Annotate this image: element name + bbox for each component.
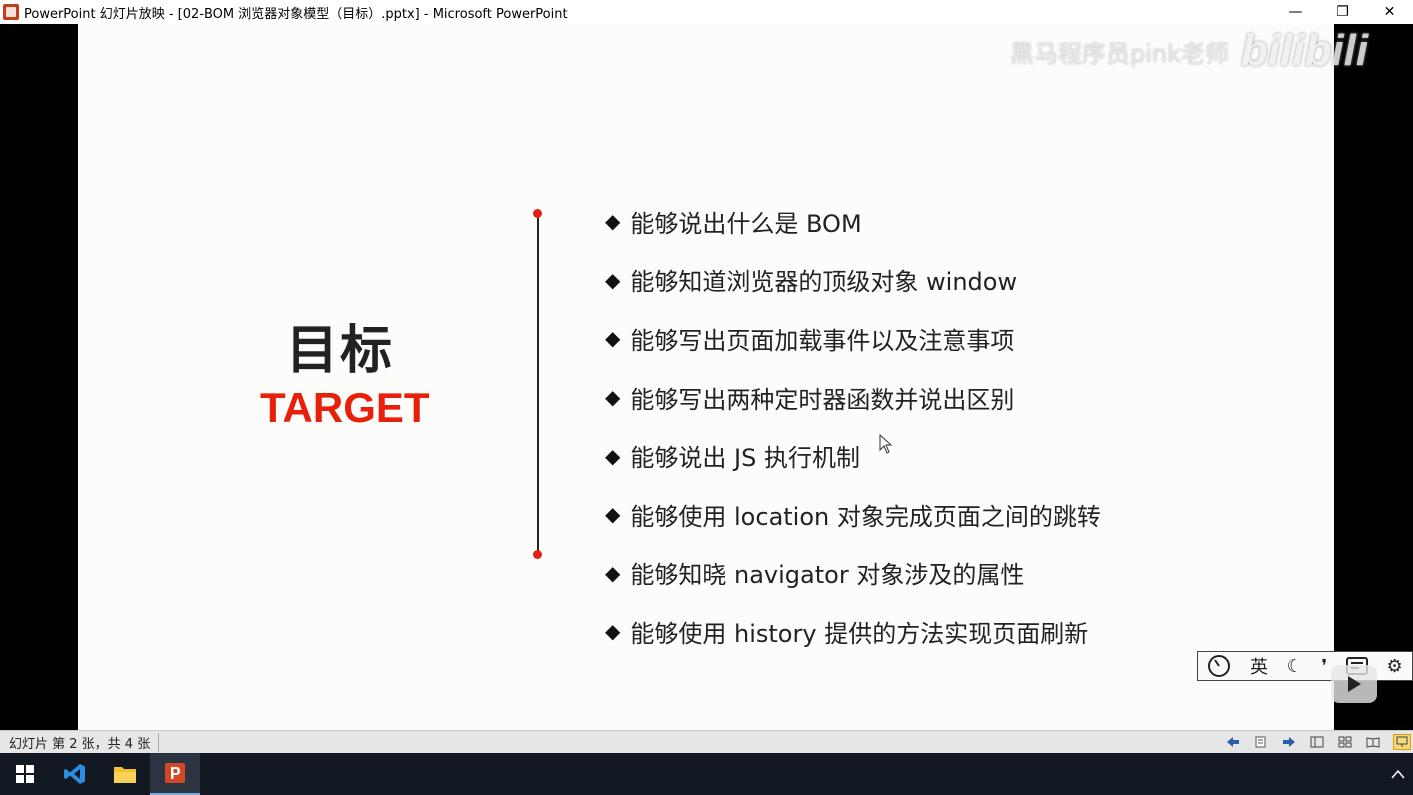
list-item-text: 能够知晓 navigator 对象涉及的属性 [630, 561, 1025, 590]
status-bar: 幻灯片 第 2 张，共 4 张 [0, 730, 1413, 753]
taskbar [0, 753, 1413, 795]
play-icon [1348, 676, 1361, 692]
powerpoint-taskbar-button[interactable] [150, 753, 200, 795]
slide-right-margin [1334, 24, 1413, 730]
close-button[interactable]: ✕ [1366, 0, 1413, 24]
file-explorer-taskbar-button[interactable] [100, 753, 150, 795]
slide[interactable]: 目标 TARGET ◆ 能够说出什么是 BOM ◆ 能够知道浏览器的顶级对象 win… [78, 24, 1334, 730]
list-item: ◆ 能够使用 location 对象完成页面之间的跳转 [605, 485, 1101, 544]
slide-left-margin [0, 24, 78, 730]
vscode-icon [64, 764, 85, 784]
windows-logo-icon [16, 765, 34, 783]
reading-view-icon[interactable] [1365, 735, 1381, 749]
list-item: ◆ 能够说出 JS 执行机制 [605, 426, 1101, 485]
minimize-button[interactable]: — [1272, 0, 1319, 24]
subtitle-language-button[interactable]: 英 [1250, 653, 1268, 679]
slide-heading-en: TARGET [260, 384, 430, 431]
start-button[interactable] [0, 753, 50, 795]
timeline-dot-bottom [533, 550, 542, 559]
diamond-bullet-icon: ◆ [605, 560, 621, 585]
moon-icon[interactable]: ☾ [1287, 656, 1303, 677]
watermark: 黑马程序员pink老师 bilibili [1010, 26, 1368, 76]
mouse-cursor-icon [879, 434, 893, 454]
restore-button[interactable]: ❐ [1319, 0, 1366, 24]
list-item: ◆ 能够说出什么是 BOM [605, 192, 1101, 251]
speedometer-icon[interactable] [1207, 654, 1231, 678]
list-item: ◆ 能够写出页面加载事件以及注意事项 [605, 309, 1101, 368]
title-bar: PowerPoint 幻灯片放映 - [02-BOM 浏览器对象模型（目标）.p… [0, 0, 1413, 24]
diamond-bullet-icon: ◆ [605, 385, 621, 410]
timeline-divider [537, 214, 539, 555]
slide-heading-zh: 目标 [286, 321, 395, 381]
watermark-text: 黑马程序员pink老师 [1010, 39, 1230, 68]
previous-slide-icon[interactable] [1225, 735, 1241, 749]
timeline-dot-top [533, 209, 542, 218]
normal-view-icon[interactable] [1309, 735, 1325, 749]
list-item-text: 能够写出页面加载事件以及注意事项 [630, 326, 1015, 355]
powerpoint-icon[interactable] [3, 4, 19, 20]
diamond-bullet-icon: ◆ [605, 267, 621, 292]
list-item-text: 能够知道浏览器的顶级对象 window [630, 268, 1018, 297]
diamond-bullet-icon: ◆ [605, 209, 621, 234]
list-item-text: 能够使用 location 对象完成页面之间的跳转 [630, 502, 1101, 531]
goal-list: ◆ 能够说出什么是 BOM ◆ 能够知道浏览器的顶级对象 window ◆ 能够写出页… [605, 192, 1101, 661]
slide-menu-icon[interactable] [1253, 735, 1269, 749]
chevron-up-icon[interactable] [1391, 753, 1405, 795]
diamond-bullet-icon: ◆ [605, 502, 621, 527]
slideshow-view-icon[interactable] [1393, 734, 1411, 750]
vscode-taskbar-button[interactable] [50, 753, 100, 795]
window-controls: — ❐ ✕ [1272, 0, 1413, 24]
list-item-text: 能够说出什么是 BOM [630, 209, 862, 238]
list-item-text: 能够写出两种定时器函数并说出区别 [630, 385, 1015, 414]
slide-sorter-view-icon[interactable] [1337, 735, 1353, 749]
settings-gear-icon[interactable]: ⚙ [1386, 656, 1402, 677]
slide-counter: 幻灯片 第 2 张，共 4 张 [9, 732, 160, 752]
diamond-bullet-icon: ◆ [605, 326, 621, 351]
file-explorer-icon [114, 767, 136, 783]
status-bar-controls [1225, 731, 1411, 753]
bilibili-logo: bilibili [1241, 26, 1369, 75]
video-toolbar: 英 ☾ ❜ ⚙ [1197, 651, 1413, 681]
powerpoint-icon [165, 763, 185, 783]
list-item: ◆ 能够知道浏览器的顶级对象 window [605, 251, 1101, 310]
play-button[interactable] [1331, 665, 1377, 703]
window-title: PowerPoint 幻灯片放映 - [02-BOM 浏览器对象模型（目标）.p… [24, 6, 568, 22]
list-item: ◆ 能够写出两种定时器函数并说出区别 [605, 368, 1101, 427]
diamond-bullet-icon: ◆ [605, 443, 621, 468]
list-item-text: 能够使用 history 提供的方法实现页面刷新 [630, 619, 1089, 648]
list-item: ◆ 能够使用 history 提供的方法实现页面刷新 [605, 602, 1101, 661]
quote-icon[interactable]: ❜ [1321, 656, 1327, 677]
diamond-bullet-icon: ◆ [605, 619, 621, 644]
next-slide-icon[interactable] [1281, 735, 1297, 749]
list-item: ◆ 能够知晓 navigator 对象涉及的属性 [605, 544, 1101, 603]
list-item-text: 能够说出 JS 执行机制 [630, 444, 860, 473]
